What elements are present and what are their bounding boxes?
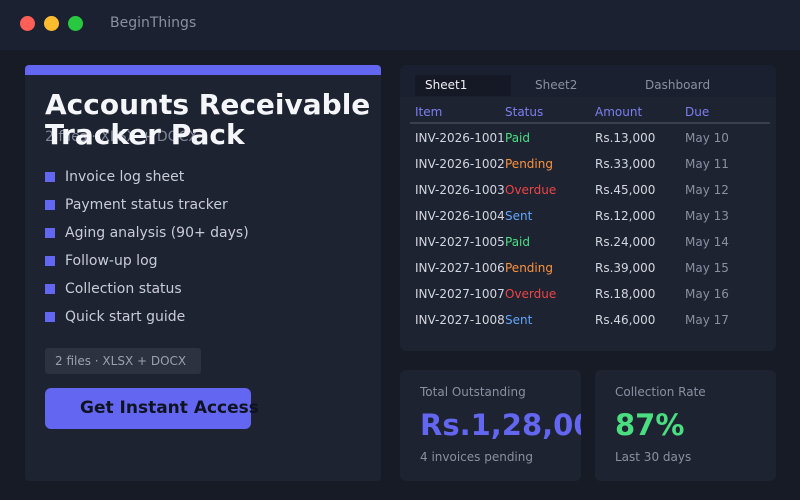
cell-item: INV-2027-1005 — [415, 235, 505, 249]
cell-status: Paid — [505, 131, 531, 145]
cell-item: INV-2026-1003 — [415, 183, 505, 197]
files-badge: 2 files · XLSX + DOCX — [45, 348, 201, 374]
card-accent-bar — [25, 65, 381, 75]
cell-amount: Rs.18,000 — [595, 287, 656, 301]
feature-label: Follow-up log — [65, 253, 158, 269]
cell-status: Overdue — [505, 287, 557, 301]
cell-due: May 16 — [685, 287, 729, 301]
column-header-amount: Amount — [595, 105, 643, 119]
product-card: 2 files · XLSX + DOCX Accounts Receivabl… — [25, 65, 381, 481]
cell-status: Paid — [505, 235, 531, 249]
table-row[interactable]: INV-2027-1006 Pending Rs.39,000 May 15 — [400, 255, 776, 281]
cell-amount: Rs.13,000 — [595, 131, 656, 145]
feature-item: Invoice log sheet — [45, 163, 249, 191]
cell-amount: Rs.46,000 — [595, 313, 656, 327]
tab-sheet1[interactable]: Sheet1 — [415, 75, 511, 96]
cell-item: INV-2027-1007 — [415, 287, 505, 301]
cell-item: INV-2026-1001 — [415, 131, 505, 145]
feature-label: Quick start guide — [65, 309, 186, 325]
column-header-due: Due — [685, 105, 710, 119]
stat-subtext: Last 30 days — [615, 450, 692, 464]
tab-sheet2[interactable]: Sheet2 — [535, 75, 577, 96]
feature-label: Payment status tracker — [65, 197, 228, 213]
cta-label[interactable]: Get Instant Access — [80, 398, 259, 418]
product-title: Accounts Receivable Tracker Pack — [45, 88, 371, 151]
header-divider — [410, 122, 770, 124]
sheet-tab-bar: Sheet1 Sheet2 Dashboard — [400, 65, 776, 97]
cell-due: May 10 — [685, 131, 729, 145]
feature-label: Aging analysis (90+ days) — [65, 225, 249, 241]
window-titlebar: BeginThings — [0, 0, 800, 50]
square-bullet-icon — [45, 284, 55, 294]
cell-due: May 11 — [685, 157, 729, 171]
cell-due: May 13 — [685, 209, 729, 223]
stat-subtext: 4 invoices pending — [420, 450, 533, 464]
cell-status: Sent — [505, 209, 533, 223]
cell-amount: Rs.39,000 — [595, 261, 656, 275]
table-row[interactable]: INV-2026-1001 Paid Rs.13,000 May 10 — [400, 125, 776, 151]
table-row[interactable]: INV-2027-1005 Paid Rs.24,000 May 14 — [400, 229, 776, 255]
feature-item: Follow-up log — [45, 247, 249, 275]
cell-item: INV-2027-1008 — [415, 313, 505, 327]
feature-label: Invoice log sheet — [65, 169, 185, 185]
square-bullet-icon — [45, 200, 55, 210]
cell-amount: Rs.45,000 — [595, 183, 656, 197]
stat-card-outstanding: Total Outstanding Rs.1,28,000 4 invoices… — [400, 370, 581, 481]
table-row[interactable]: INV-2026-1003 Overdue Rs.45,000 May 12 — [400, 177, 776, 203]
cell-item: INV-2026-1002 — [415, 157, 505, 171]
spreadsheet-preview: Sheet1 Sheet2 Dashboard Item Status Amou… — [400, 65, 776, 351]
square-bullet-icon — [45, 228, 55, 238]
cell-status: Pending — [505, 261, 553, 275]
maximize-window-button[interactable] — [68, 16, 83, 31]
square-bullet-icon — [45, 312, 55, 322]
table-row[interactable]: INV-2026-1002 Pending Rs.33,000 May 11 — [400, 151, 776, 177]
stat-card-collection-rate: Collection Rate 87% Last 30 days — [595, 370, 776, 481]
cell-status: Pending — [505, 157, 553, 171]
tab-dashboard[interactable]: Dashboard — [645, 75, 710, 96]
window-title: BeginThings — [110, 15, 197, 31]
cell-status: Sent — [505, 313, 533, 327]
square-bullet-icon — [45, 172, 55, 182]
cell-due: May 12 — [685, 183, 729, 197]
stat-value: Rs.1,28,000 — [420, 408, 581, 442]
table-row[interactable]: INV-2026-1004 Sent Rs.12,000 May 13 — [400, 203, 776, 229]
cell-status: Overdue — [505, 183, 557, 197]
minimize-window-button[interactable] — [44, 16, 59, 31]
column-header-item: Item — [415, 105, 443, 119]
feature-item: Quick start guide — [45, 303, 249, 331]
cell-item: INV-2026-1004 — [415, 209, 505, 223]
table-row[interactable]: INV-2027-1007 Overdue Rs.18,000 May 16 — [400, 281, 776, 307]
stat-value: 87% — [615, 408, 685, 442]
cell-item: INV-2027-1006 — [415, 261, 505, 275]
cell-due: May 17 — [685, 313, 729, 327]
cell-amount: Rs.12,000 — [595, 209, 656, 223]
cell-due: May 14 — [685, 235, 729, 249]
table-row[interactable]: INV-2027-1008 Sent Rs.46,000 May 17 — [400, 307, 776, 333]
feature-list: Invoice log sheet Payment status tracker… — [45, 163, 249, 331]
feature-label: Collection status — [65, 281, 182, 297]
cell-due: May 15 — [685, 261, 729, 275]
feature-item: Collection status — [45, 275, 249, 303]
feature-item: Payment status tracker — [45, 191, 249, 219]
cell-amount: Rs.33,000 — [595, 157, 656, 171]
feature-item: Aging analysis (90+ days) — [45, 219, 249, 247]
stat-label: Collection Rate — [615, 385, 706, 399]
cell-amount: Rs.24,000 — [595, 235, 656, 249]
stat-label: Total Outstanding — [420, 385, 526, 399]
square-bullet-icon — [45, 256, 55, 266]
close-window-button[interactable] — [20, 16, 35, 31]
column-header-status: Status — [505, 105, 544, 119]
